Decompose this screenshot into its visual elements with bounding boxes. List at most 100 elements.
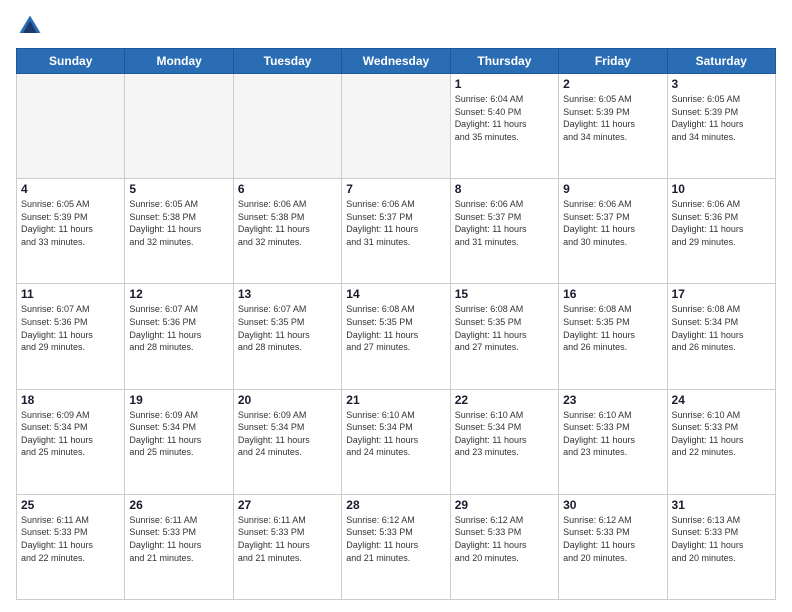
cell-info: Sunrise: 6:06 AMSunset: 5:37 PMDaylight:… bbox=[346, 198, 445, 248]
weekday-header-monday: Monday bbox=[125, 49, 233, 74]
day-number: 3 bbox=[672, 77, 771, 91]
cell-info: Sunrise: 6:11 AMSunset: 5:33 PMDaylight:… bbox=[238, 514, 337, 564]
cell-info: Sunrise: 6:12 AMSunset: 5:33 PMDaylight:… bbox=[563, 514, 662, 564]
logo-icon bbox=[16, 12, 44, 40]
calendar-cell: 8Sunrise: 6:06 AMSunset: 5:37 PMDaylight… bbox=[450, 179, 558, 284]
day-number: 30 bbox=[563, 498, 662, 512]
cell-info: Sunrise: 6:08 AMSunset: 5:34 PMDaylight:… bbox=[672, 303, 771, 353]
day-number: 26 bbox=[129, 498, 228, 512]
cell-info: Sunrise: 6:08 AMSunset: 5:35 PMDaylight:… bbox=[563, 303, 662, 353]
weekday-header-saturday: Saturday bbox=[667, 49, 775, 74]
cell-info: Sunrise: 6:11 AMSunset: 5:33 PMDaylight:… bbox=[21, 514, 120, 564]
day-number: 24 bbox=[672, 393, 771, 407]
weekday-header-sunday: Sunday bbox=[17, 49, 125, 74]
cell-info: Sunrise: 6:09 AMSunset: 5:34 PMDaylight:… bbox=[21, 409, 120, 459]
cell-info: Sunrise: 6:05 AMSunset: 5:39 PMDaylight:… bbox=[21, 198, 120, 248]
calendar-cell: 23 Sunrise: 6:10 AMSunset: 5:33 PMDayligh… bbox=[559, 389, 667, 494]
day-number: 27 bbox=[238, 498, 337, 512]
calendar-week-1: 1Sunrise: 6:04 AMSunset: 5:40 PMDaylight… bbox=[17, 74, 776, 179]
cell-info: Sunrise: 6:13 AMSunset: 5:33 PMDaylight:… bbox=[672, 514, 771, 564]
calendar-cell: 6 Sunrise: 6:06 AMSunset: 5:38 PMDaylight… bbox=[233, 179, 341, 284]
cell-info: Sunrise: 6:09 AMSunset: 5:34 PMDaylight:… bbox=[238, 409, 337, 459]
day-number: 6 bbox=[238, 182, 337, 196]
cell-info: Sunrise: 6:05 AMSunset: 5:39 PMDaylight:… bbox=[672, 93, 771, 143]
cell-info: Sunrise: 6:09 AMSunset: 5:34 PMDaylight:… bbox=[129, 409, 228, 459]
cell-info: Sunrise: 6:10 AMSunset: 5:34 PMDaylight:… bbox=[455, 409, 554, 459]
cell-info: Sunrise: 6:06 AMSunset: 5:38 PMDaylight:… bbox=[238, 198, 337, 248]
calendar-cell bbox=[342, 74, 450, 179]
cell-info: Sunrise: 6:06 AMSunset: 5:37 PMDaylight:… bbox=[563, 198, 662, 248]
cell-info: Sunrise: 6:08 AMSunset: 5:35 PMDaylight:… bbox=[455, 303, 554, 353]
weekday-header-friday: Friday bbox=[559, 49, 667, 74]
calendar-cell: 29 Sunrise: 6:12 AMSunset: 5:33 PMDayligh… bbox=[450, 494, 558, 599]
cell-info: Sunrise: 6:07 AMSunset: 5:36 PMDaylight:… bbox=[129, 303, 228, 353]
day-number: 18 bbox=[21, 393, 120, 407]
calendar-table: SundayMondayTuesdayWednesdayThursdayFrid… bbox=[16, 48, 776, 600]
day-number: 22 bbox=[455, 393, 554, 407]
calendar-cell: 20 Sunrise: 6:09 AMSunset: 5:34 PMDayligh… bbox=[233, 389, 341, 494]
day-number: 9 bbox=[563, 182, 662, 196]
cell-info: Sunrise: 6:04 AMSunset: 5:40 PMDaylight:… bbox=[455, 93, 554, 143]
calendar-cell bbox=[125, 74, 233, 179]
calendar-cell: 11 Sunrise: 6:07 AMSunset: 5:36 PMDayligh… bbox=[17, 284, 125, 389]
calendar-cell: 30 Sunrise: 6:12 AMSunset: 5:33 PMDayligh… bbox=[559, 494, 667, 599]
logo bbox=[16, 12, 48, 40]
cell-info: Sunrise: 6:12 AMSunset: 5:33 PMDaylight:… bbox=[455, 514, 554, 564]
calendar-cell: 15 Sunrise: 6:08 AMSunset: 5:35 PMDayligh… bbox=[450, 284, 558, 389]
cell-info: Sunrise: 6:10 AMSunset: 5:33 PMDaylight:… bbox=[672, 409, 771, 459]
calendar-cell bbox=[233, 74, 341, 179]
calendar-week-3: 11 Sunrise: 6:07 AMSunset: 5:36 PMDayligh… bbox=[17, 284, 776, 389]
calendar-week-2: 4 Sunrise: 6:05 AMSunset: 5:39 PMDaylight… bbox=[17, 179, 776, 284]
day-number: 31 bbox=[672, 498, 771, 512]
calendar-cell: 4 Sunrise: 6:05 AMSunset: 5:39 PMDaylight… bbox=[17, 179, 125, 284]
calendar-cell: 19 Sunrise: 6:09 AMSunset: 5:34 PMDayligh… bbox=[125, 389, 233, 494]
day-number: 10 bbox=[672, 182, 771, 196]
cell-info: Sunrise: 6:07 AMSunset: 5:35 PMDaylight:… bbox=[238, 303, 337, 353]
calendar-week-4: 18 Sunrise: 6:09 AMSunset: 5:34 PMDayligh… bbox=[17, 389, 776, 494]
day-number: 2 bbox=[563, 77, 662, 91]
calendar-cell: 1Sunrise: 6:04 AMSunset: 5:40 PMDaylight… bbox=[450, 74, 558, 179]
cell-info: Sunrise: 6:10 AMSunset: 5:34 PMDaylight:… bbox=[346, 409, 445, 459]
calendar-page: SundayMondayTuesdayWednesdayThursdayFrid… bbox=[0, 0, 792, 612]
day-number: 28 bbox=[346, 498, 445, 512]
calendar-cell bbox=[17, 74, 125, 179]
calendar-cell: 25 Sunrise: 6:11 AMSunset: 5:33 PMDayligh… bbox=[17, 494, 125, 599]
day-number: 16 bbox=[563, 287, 662, 301]
day-number: 8 bbox=[455, 182, 554, 196]
calendar-cell: 17Sunrise: 6:08 AMSunset: 5:34 PMDayligh… bbox=[667, 284, 775, 389]
calendar-cell: 10Sunrise: 6:06 AMSunset: 5:36 PMDayligh… bbox=[667, 179, 775, 284]
weekday-header-wednesday: Wednesday bbox=[342, 49, 450, 74]
day-number: 20 bbox=[238, 393, 337, 407]
calendar-cell: 2 Sunrise: 6:05 AMSunset: 5:39 PMDaylight… bbox=[559, 74, 667, 179]
day-number: 25 bbox=[21, 498, 120, 512]
calendar-cell: 16 Sunrise: 6:08 AMSunset: 5:35 PMDayligh… bbox=[559, 284, 667, 389]
calendar-cell: 26 Sunrise: 6:11 AMSunset: 5:33 PMDayligh… bbox=[125, 494, 233, 599]
day-number: 15 bbox=[455, 287, 554, 301]
calendar-cell: 3 Sunrise: 6:05 AMSunset: 5:39 PMDaylight… bbox=[667, 74, 775, 179]
calendar-week-5: 25 Sunrise: 6:11 AMSunset: 5:33 PMDayligh… bbox=[17, 494, 776, 599]
day-number: 23 bbox=[563, 393, 662, 407]
header bbox=[16, 12, 776, 40]
calendar-cell: 18 Sunrise: 6:09 AMSunset: 5:34 PMDayligh… bbox=[17, 389, 125, 494]
cell-info: Sunrise: 6:10 AMSunset: 5:33 PMDaylight:… bbox=[563, 409, 662, 459]
cell-info: Sunrise: 6:05 AMSunset: 5:39 PMDaylight:… bbox=[563, 93, 662, 143]
cell-info: Sunrise: 6:11 AMSunset: 5:33 PMDaylight:… bbox=[129, 514, 228, 564]
day-number: 19 bbox=[129, 393, 228, 407]
day-number: 11 bbox=[21, 287, 120, 301]
calendar-cell: 9 Sunrise: 6:06 AMSunset: 5:37 PMDaylight… bbox=[559, 179, 667, 284]
day-number: 12 bbox=[129, 287, 228, 301]
day-number: 7 bbox=[346, 182, 445, 196]
weekday-header-tuesday: Tuesday bbox=[233, 49, 341, 74]
weekday-header-row: SundayMondayTuesdayWednesdayThursdayFrid… bbox=[17, 49, 776, 74]
cell-info: Sunrise: 6:12 AMSunset: 5:33 PMDaylight:… bbox=[346, 514, 445, 564]
day-number: 29 bbox=[455, 498, 554, 512]
calendar-cell: 27 Sunrise: 6:11 AMSunset: 5:33 PMDayligh… bbox=[233, 494, 341, 599]
calendar-cell: 12 Sunrise: 6:07 AMSunset: 5:36 PMDayligh… bbox=[125, 284, 233, 389]
day-number: 4 bbox=[21, 182, 120, 196]
cell-info: Sunrise: 6:05 AMSunset: 5:38 PMDaylight:… bbox=[129, 198, 228, 248]
day-number: 14 bbox=[346, 287, 445, 301]
calendar-cell: 13Sunrise: 6:07 AMSunset: 5:35 PMDayligh… bbox=[233, 284, 341, 389]
cell-info: Sunrise: 6:07 AMSunset: 5:36 PMDaylight:… bbox=[21, 303, 120, 353]
calendar-cell: 14Sunrise: 6:08 AMSunset: 5:35 PMDayligh… bbox=[342, 284, 450, 389]
weekday-header-thursday: Thursday bbox=[450, 49, 558, 74]
